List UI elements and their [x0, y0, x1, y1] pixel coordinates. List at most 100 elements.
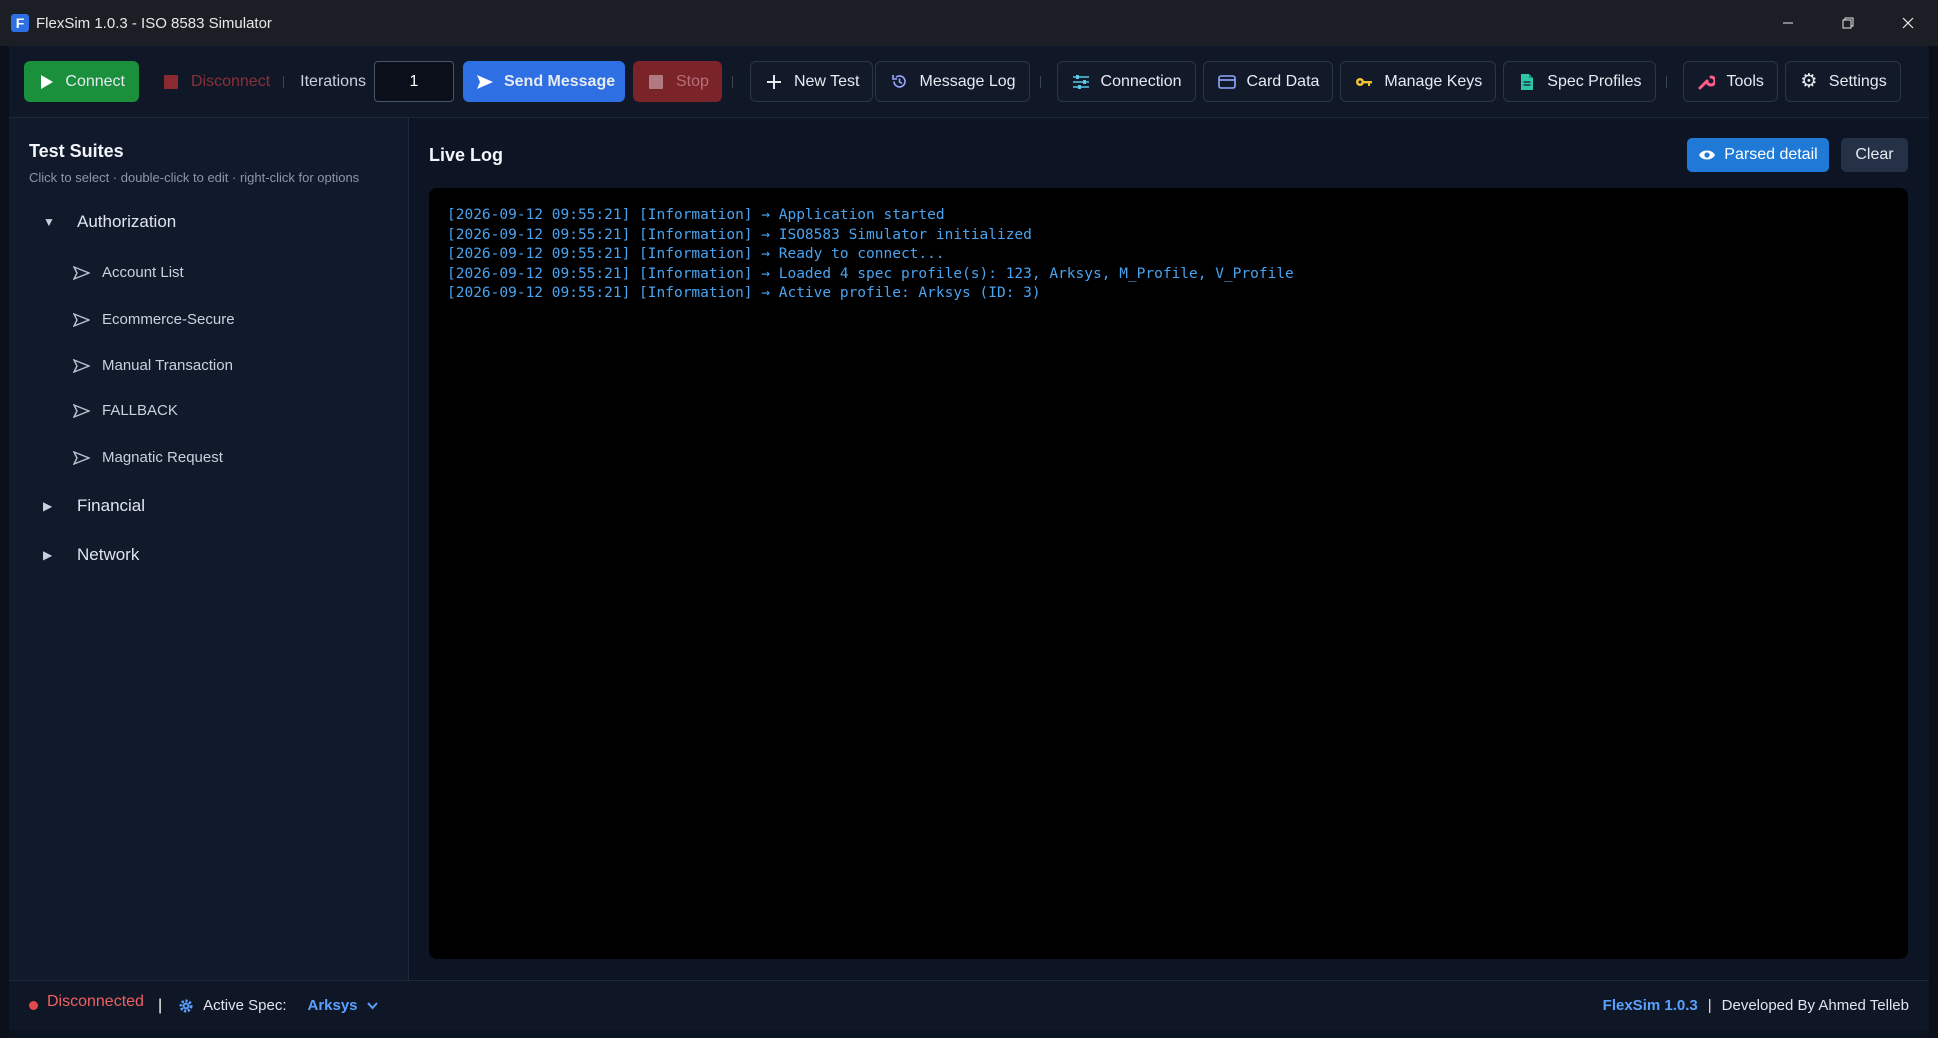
window-title: FlexSim 1.0.3 - ISO 8583 Simulator — [36, 14, 272, 32]
live-log-panel: Live Log Parsed detail Clear [2026-09-12… — [410, 118, 1929, 980]
tools-label: Tools — [1726, 72, 1764, 90]
stop-icon — [646, 74, 666, 90]
developer-credit: Developed By Ahmed Telleb — [1721, 997, 1909, 1014]
spec-profiles-label: Spec Profiles — [1547, 72, 1642, 90]
active-spec-label: Active Spec: — [203, 997, 287, 1014]
status-right: FlexSim 1.0.3 | Developed By Ahmed Telle… — [1603, 997, 1909, 1014]
tree-category-financial[interactable]: ▶ Financial — [43, 496, 145, 516]
app-version: FlexSim 1.0.3 — [1602, 997, 1698, 1014]
sidebar-hint: Click to select · double-click to edit ·… — [29, 170, 360, 185]
message-log-label: Message Log — [919, 72, 1016, 90]
app-logo-icon: F — [11, 14, 29, 32]
tree-category-label: Network — [77, 545, 140, 564]
gear-icon — [178, 998, 194, 1014]
connect-button[interactable]: Connect — [24, 61, 139, 102]
plus-icon — [764, 74, 784, 90]
iterations-input[interactable]: 1 — [373, 61, 454, 102]
sidebar-title: Test Suites — [29, 141, 124, 161]
credit-card-icon — [1217, 74, 1237, 89]
toolbar-separator — [1665, 75, 1667, 88]
restore-button[interactable] — [1818, 0, 1878, 46]
test-suites-sidebar: Test Suites Click to select · double-cli… — [9, 118, 409, 980]
close-button[interactable] — [1878, 0, 1938, 46]
manage-keys-label: Manage Keys — [1384, 72, 1483, 90]
tree-item-ecommerce-secure[interactable]: Ecommerce-Secure — [73, 311, 235, 328]
log-line: [2026-09-12 09:55:21] [Information] → Re… — [447, 246, 945, 262]
status-separator: | — [1707, 997, 1712, 1014]
send-message-label: Send Message — [503, 72, 616, 90]
tree-item-manual-transaction[interactable]: Manual Transaction — [73, 357, 233, 374]
send-icon — [73, 450, 90, 465]
window-border-left — [0, 46, 9, 1038]
settings-label: Settings — [1828, 72, 1887, 90]
message-log-button[interactable]: Message Log — [875, 61, 1030, 102]
tree-category-label: Financial — [77, 496, 146, 515]
stop-square-icon — [161, 74, 181, 90]
card-data-button[interactable]: Card Data — [1202, 61, 1334, 102]
send-icon — [73, 312, 90, 327]
eye-icon — [1698, 149, 1716, 161]
connection-status-dot — [29, 1001, 38, 1010]
wrench-icon — [1697, 73, 1717, 90]
connect-label: Connect — [65, 72, 125, 90]
send-icon — [73, 265, 90, 280]
window-border-right — [1929, 46, 1938, 1038]
tools-button[interactable]: Tools — [1682, 61, 1778, 102]
log-line: [2026-09-12 09:55:21] [Information] → Ap… — [447, 207, 945, 223]
title-bar: F FlexSim 1.0.3 - ISO 8583 Simulator — [0, 0, 1938, 46]
log-console[interactable]: [2026-09-12 09:55:21] [Information] → Ap… — [429, 188, 1908, 959]
connection-button[interactable]: Connection — [1056, 61, 1196, 102]
stop-button[interactable]: Stop — [632, 61, 722, 102]
tree-item-label: Magnatic Request — [102, 449, 223, 466]
send-icon — [73, 358, 90, 373]
caret-right-icon: ▶ — [43, 499, 53, 513]
window-controls — [1758, 0, 1938, 46]
card-data-label: Card Data — [1246, 72, 1320, 90]
iterations-label: Iterations — [300, 72, 366, 90]
connection-status: Disconnected — [47, 992, 144, 1010]
connection-label: Connection — [1100, 72, 1182, 90]
tree-item-label: Account List — [102, 264, 184, 281]
settings-button[interactable]: ⚙ Settings — [1784, 61, 1901, 102]
tree-item-fallback[interactable]: FALLBACK — [73, 402, 178, 419]
toolbar-separator — [731, 75, 733, 88]
log-line: [2026-09-12 09:55:21] [Information] → Ac… — [447, 285, 1041, 301]
send-message-button[interactable]: Send Message — [462, 61, 625, 102]
tree-category-label: Authorization — [77, 212, 177, 231]
log-line: [2026-09-12 09:55:21] [Information] → Lo… — [447, 265, 1294, 282]
chevron-down-icon — [366, 1001, 378, 1010]
sliders-icon — [1071, 74, 1091, 90]
disconnect-label: Disconnect — [191, 72, 271, 90]
minimize-button[interactable] — [1758, 0, 1818, 46]
key-icon — [1354, 76, 1374, 88]
history-icon — [889, 73, 909, 90]
active-spec-value: Arksys — [307, 997, 358, 1014]
tree-item-label: Manual Transaction — [102, 357, 233, 374]
manage-keys-button[interactable]: Manage Keys — [1340, 61, 1497, 102]
send-icon — [476, 74, 494, 90]
toolbar-separator — [283, 75, 285, 88]
spec-profiles-button[interactable]: Spec Profiles — [1503, 61, 1656, 102]
new-test-button[interactable]: New Test — [749, 61, 874, 102]
tree-category-authorization[interactable]: ▼ Authorization — [43, 212, 176, 232]
main-toolbar: Connect Disconnect Iterations 1 Send Mes… — [9, 46, 1929, 118]
active-spec-dropdown[interactable]: Arksys — [307, 997, 378, 1014]
live-log-title: Live Log — [429, 145, 504, 165]
restore-icon — [1842, 17, 1854, 29]
disconnect-button[interactable]: Disconnect — [148, 61, 283, 102]
minimize-icon — [1783, 22, 1793, 24]
tree-item-magnatic-request[interactable]: Magnatic Request — [73, 449, 223, 466]
new-test-label: New Test — [793, 72, 860, 90]
send-icon — [73, 403, 90, 418]
caret-down-icon: ▼ — [43, 215, 55, 229]
stop-label: Stop — [675, 72, 709, 90]
parsed-detail-button[interactable]: Parsed detail — [1687, 138, 1829, 172]
clear-button[interactable]: Clear — [1841, 138, 1908, 172]
tree-category-network[interactable]: ▶ Network — [43, 545, 139, 565]
toolbar-separator — [1039, 75, 1041, 88]
log-line: [2026-09-12 09:55:21] [Information] → IS… — [447, 226, 1032, 243]
gear-icon: ⚙ — [1800, 71, 1818, 92]
status-separator: | — [157, 996, 163, 1014]
tree-item-account-list[interactable]: Account List — [73, 264, 184, 281]
close-icon — [1902, 17, 1914, 29]
